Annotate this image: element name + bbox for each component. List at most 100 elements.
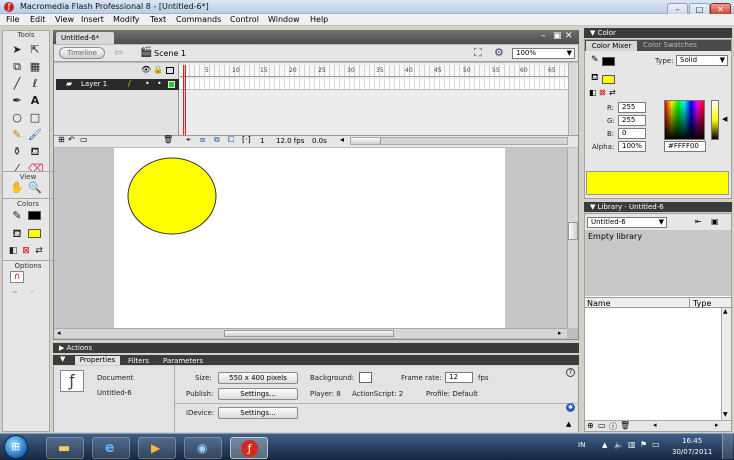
brush-tool-icon[interactable]: 🖌 <box>28 128 42 142</box>
battery-icon[interactable]: ▭ <box>652 440 660 449</box>
stroke-pencil-icon[interactable]: ✎ <box>591 55 599 65</box>
start-button[interactable]: ⊞ <box>4 435 28 459</box>
stroke-color-icon[interactable]: ✎ <box>10 209 24 223</box>
new-library-panel-icon[interactable]: ▣ <box>711 217 719 226</box>
center-frame-icon[interactable]: ⌖ <box>186 135 191 145</box>
stage-vscroll-thumb[interactable] <box>568 222 578 240</box>
taskbar-itunes-button[interactable]: ◉ <box>184 437 222 459</box>
properties-icon[interactable]: ⓘ <box>609 421 617 432</box>
help-icon[interactable]: ? <box>566 368 575 377</box>
fill-type-select[interactable]: Solid ▼ <box>676 55 728 66</box>
menu-insert[interactable]: Insert <box>81 15 104 24</box>
fill-color-swatch[interactable] <box>28 229 41 238</box>
column-name-header[interactable]: Name <box>587 299 611 308</box>
lock-all-icon[interactable]: 🔒 <box>153 65 163 74</box>
edit-multiple-frames-icon[interactable]: ⧠ <box>228 135 234 145</box>
show-desktop-button[interactable] <box>722 434 733 459</box>
tab-color-swatches[interactable]: Color Swatches <box>643 41 697 49</box>
lasso-tool-icon[interactable]: ℓ <box>28 77 42 91</box>
menu-view[interactable]: View <box>55 15 74 24</box>
stroke-color-swatch[interactable] <box>28 211 41 220</box>
snap-to-objects-icon[interactable]: ∩ <box>10 271 24 283</box>
menu-modify[interactable]: Modify <box>113 15 140 24</box>
new-symbol-icon[interactable]: ⊕ <box>587 421 594 430</box>
language-indicator[interactable]: IN <box>578 441 585 449</box>
layer-outline-icon[interactable] <box>168 81 175 88</box>
stage[interactable] <box>114 148 505 328</box>
oval-tool-icon[interactable]: ○ <box>10 111 24 125</box>
straighten-icon[interactable]: ⁻ <box>25 287 39 301</box>
tab-color-mixer[interactable]: Color Mixer <box>586 41 637 51</box>
line-tool-icon[interactable]: ╱ <box>10 77 24 91</box>
taskbar-ie-button[interactable]: e <box>92 437 130 459</box>
alpha-input[interactable]: 100% <box>618 141 646 152</box>
doc-close-button[interactable]: ✕ <box>565 31 573 41</box>
publish-settings-button[interactable]: Settings... <box>218 388 298 400</box>
actions-panel-header[interactable]: ▶ Actions <box>53 343 579 353</box>
insert-layer-icon[interactable]: ⊞ <box>58 135 65 144</box>
zoom-select[interactable]: 100% ▼ <box>512 48 575 59</box>
free-transform-tool-icon[interactable]: ⧉ <box>10 60 24 74</box>
document-size-button[interactable]: 550 x 400 pixels <box>218 372 298 384</box>
action-center-icon[interactable]: ⚑ <box>640 440 647 449</box>
subselection-tool-icon[interactable]: ⇱ <box>28 43 42 57</box>
scene-label[interactable]: Scene 1 <box>154 49 186 58</box>
swap-colors-icon[interactable]: ⇄ <box>32 244 46 258</box>
menu-file[interactable]: File <box>6 15 19 24</box>
background-color-swatch[interactable] <box>359 372 372 383</box>
no-color-icon[interactable]: ⊠ <box>19 244 33 258</box>
insert-folder-icon[interactable]: ▭ <box>80 135 88 144</box>
show-hidden-icons-icon[interactable]: ▲ <box>602 441 607 449</box>
accessibility-icon[interactable]: ✱ <box>566 403 575 412</box>
taskbar-media-button[interactable]: ▶ <box>138 437 176 459</box>
mixer-default-colors-icon[interactable]: ◧ <box>589 88 597 97</box>
add-motion-guide-icon[interactable]: ↶ <box>68 135 75 144</box>
network-icon[interactable]: ▥ <box>628 440 636 449</box>
library-document-select[interactable]: Untitled-6 ▼ <box>587 217 667 228</box>
scroll-up-arrow-icon[interactable]: ▲ <box>723 308 728 315</box>
layer-visible-dot-icon[interactable]: • <box>145 79 150 88</box>
library-panel-header[interactable]: ▼ Library - Untitled-6 <box>584 202 732 212</box>
mixer-no-color-icon[interactable]: ⊠ <box>599 88 606 97</box>
tab-filters[interactable]: Filters <box>128 357 149 365</box>
layer-lock-dot-icon[interactable]: • <box>157 79 162 88</box>
library-vertical-scrollbar[interactable]: ▲ ▼ <box>721 308 731 420</box>
text-tool-icon[interactable]: A <box>28 94 42 108</box>
fill-color-icon[interactable]: ⛾ <box>10 227 24 241</box>
library-scroll-left-icon[interactable]: ◂ <box>653 421 657 429</box>
library-pin-icon[interactable]: ⇤ <box>695 217 702 226</box>
doc-restore-button[interactable]: ▣ <box>553 31 562 41</box>
pasteboard[interactable] <box>54 148 567 328</box>
fill-bucket-icon[interactable]: ⛾ <box>591 73 598 84</box>
menu-control[interactable]: Control <box>230 15 259 24</box>
idevice-settings-button[interactable]: Settings... <box>218 407 298 419</box>
green-input[interactable]: 255 <box>618 115 646 126</box>
ink-bottle-tool-icon[interactable]: ⚱ <box>10 145 24 159</box>
onion-skin-icon[interactable]: ⧈ <box>200 135 205 145</box>
tab-properties[interactable]: Properties <box>75 356 120 365</box>
brightness-slider-arrow-icon[interactable]: ◀ <box>722 115 727 123</box>
timeline-scroll-thumb[interactable] <box>351 138 381 144</box>
back-arrow-icon[interactable]: ⇦ <box>114 46 123 59</box>
brightness-slider[interactable] <box>711 100 719 140</box>
timeline-toggle-button[interactable]: Timeline <box>59 47 105 59</box>
taskbar-explorer-button[interactable]: ▬ <box>46 437 84 459</box>
column-type-header[interactable]: Type <box>693 299 711 308</box>
mixer-swap-icon[interactable]: ⇄ <box>609 88 616 97</box>
timeline-horizontal-scrollbar[interactable] <box>350 137 568 145</box>
volume-icon[interactable]: 🔈 <box>614 440 624 449</box>
smooth-icon[interactable]: ⁼ <box>8 287 22 301</box>
stage-horizontal-scrollbar[interactable]: ◂ ▸ <box>54 328 567 338</box>
playhead[interactable] <box>183 65 186 136</box>
frames-row[interactable] <box>180 79 568 90</box>
color-spectrum-picker[interactable] <box>664 100 705 140</box>
selection-tool-icon[interactable]: ➤ <box>10 43 24 57</box>
pencil-tool-icon[interactable]: ✎ <box>10 128 24 142</box>
document-tab[interactable]: Untitled-6* <box>56 32 114 44</box>
edit-symbols-icon[interactable]: ⚙ <box>494 46 504 59</box>
menu-window[interactable]: Window <box>268 15 300 24</box>
delete-layer-icon[interactable]: 🗑 <box>163 135 173 144</box>
tab-parameters[interactable]: Parameters <box>163 357 203 365</box>
stage-hscroll-thumb[interactable] <box>224 330 394 337</box>
library-scroll-right-icon[interactable]: ▸ <box>715 421 719 429</box>
